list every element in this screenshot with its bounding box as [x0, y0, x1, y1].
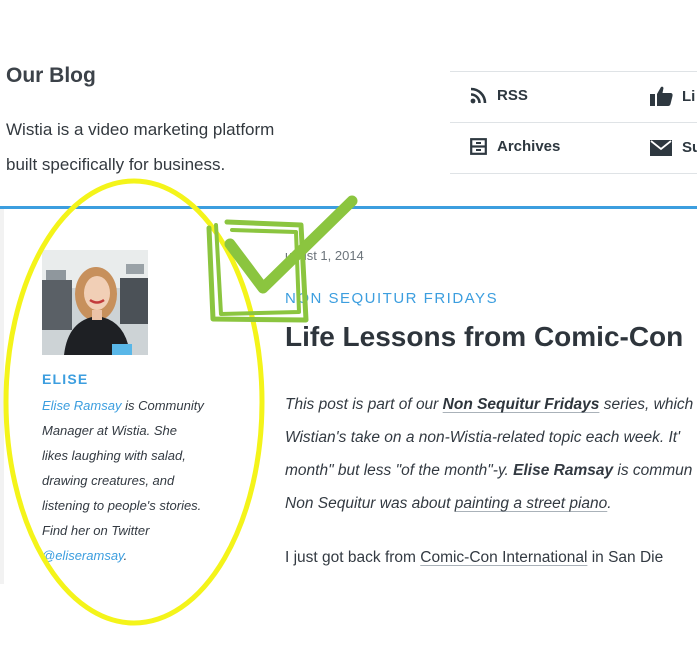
intro-l1-text-a: This post is part of our	[285, 396, 443, 413]
sidebar-edge	[0, 209, 4, 584]
subscribe-link[interactable]: Su	[650, 139, 697, 156]
archives-label: Archives	[497, 138, 561, 155]
bio-line-6: Find her on Twitter	[42, 523, 150, 538]
street-piano-link[interactable]: painting a street piano	[455, 495, 608, 512]
blog-tagline: Wistia is a video marketing platform bui…	[6, 112, 316, 182]
comic-con-link[interactable]: Comic-Con International	[420, 549, 587, 566]
twitter-suffix: .	[123, 548, 128, 563]
tagline-line-1: Wistia is a video marketing platform	[6, 120, 275, 139]
like-label: Li	[682, 87, 696, 105]
archives-link[interactable]: Archives	[470, 138, 560, 155]
header-divider	[0, 206, 697, 209]
intro-line-1: This post is part of our Non Sequitur Fr…	[285, 388, 697, 421]
blog-title: Our Blog	[6, 64, 96, 87]
subscribe-label: Su	[682, 139, 697, 156]
intro-author-name: Elise Ramsay	[513, 462, 614, 479]
intro-line-3: month" but less "of the month"-y. Elise …	[285, 454, 697, 487]
bio-line-5: listening to people's stories.	[42, 498, 202, 513]
blog-links-grid: RSS Li Archives Su	[450, 71, 697, 174]
tagline-line-2: built specifically for business.	[6, 155, 226, 174]
rss-icon	[470, 87, 487, 104]
envelope-icon	[650, 139, 672, 156]
series-link[interactable]: Non Sequitur Fridays	[443, 396, 600, 413]
rss-link[interactable]: RSS	[470, 87, 528, 104]
body-text-a: I just got back from	[285, 549, 421, 566]
body-text-b: in San Die	[587, 549, 664, 566]
author-name: ELISE	[42, 371, 89, 387]
intro-line-2: Wistian's take on a non-Wistia-related t…	[285, 429, 681, 446]
like-link[interactable]: Li	[650, 86, 695, 106]
intro-l1-text-b: series, which	[599, 396, 694, 413]
bio-line-1-text: is Community	[121, 398, 204, 413]
bio-line-1: Elise Ramsay is Community	[42, 393, 232, 418]
intro-l4-text-b: .	[607, 495, 612, 512]
bio-line-4: drawing creatures, and	[42, 473, 175, 488]
post-body-paragraph: I just got back from Comic-Con Internati…	[285, 549, 697, 567]
thumbs-up-icon	[650, 86, 673, 106]
archive-box-icon	[470, 138, 487, 155]
bio-line-7: @eliseramsay.	[42, 543, 232, 568]
bio-line-2: Manager at Wistia. She	[42, 423, 178, 438]
author-profile-link[interactable]: Elise Ramsay	[42, 398, 121, 413]
post-date: ugust 1, 2014	[285, 248, 364, 263]
grid-divider	[450, 122, 697, 123]
rss-label: RSS	[497, 87, 528, 104]
twitter-link[interactable]: @eliseramsay	[42, 548, 124, 563]
author-bio: Elise Ramsay is Community Manager at Wis…	[42, 393, 232, 568]
intro-l3-text-b: is commun	[613, 462, 693, 479]
post-title[interactable]: Life Lessons from Comic-Con	[285, 321, 683, 353]
intro-l3-text-a: month" but less "of the month"-y.	[285, 462, 514, 479]
post-category-link[interactable]: NON SEQUITUR FRIDAYS	[285, 290, 498, 307]
bio-line-3: likes laughing with salad,	[42, 448, 186, 463]
post-intro: This post is part of our Non Sequitur Fr…	[285, 388, 697, 520]
intro-l4-text-a: Non Sequitur was about	[285, 495, 455, 512]
author-avatar	[42, 250, 148, 355]
intro-line-4: Non Sequitur was about painting a street…	[285, 487, 697, 520]
